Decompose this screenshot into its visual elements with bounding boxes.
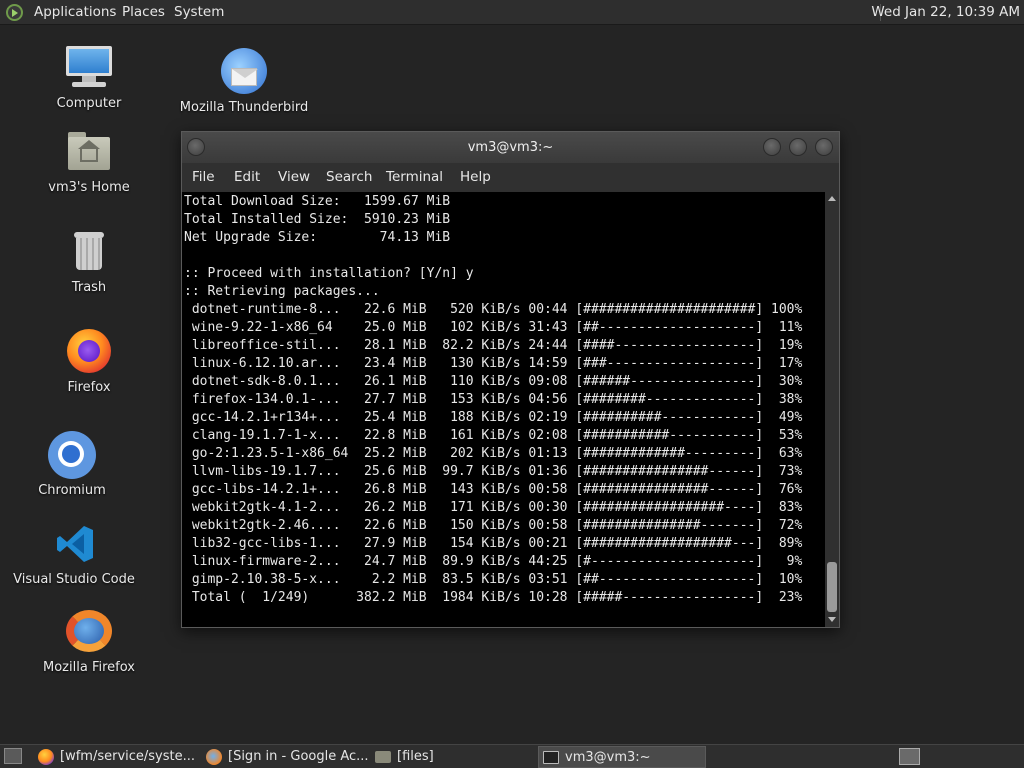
terminal-summary-line: Net Upgrade Size: 74.13 MiB [184,230,451,245]
package-progress-line: linux-6.12.10.ar... 23.4 MiB 130 KiB/s 1… [184,356,803,371]
package-progress-line: go-2:1.23.5-1-x86_64 25.2 MiB 202 KiB/s … [184,446,803,461]
clock[interactable]: Wed Jan 22, 10:39 AM [871,4,1020,20]
terminal-icon [543,751,559,764]
bottom-panel: [wfm/service/syste... [Sign in - Google … [0,744,1024,768]
computer-icon [64,44,114,92]
desktop-icon-label: Computer [56,96,122,111]
terminal-menubar: File Edit View Search Terminal Help [182,163,839,192]
desktop: Applications Places System Wed Jan 22, 1… [0,0,1024,768]
desktop-icon-chromium[interactable]: Chromium [7,431,137,498]
terminal-window[interactable]: vm3@vm3:~ File Edit View Search Terminal… [181,131,840,628]
top-panel: Applications Places System Wed Jan 22, 1… [0,0,1024,25]
firefox-icon [38,749,54,765]
desktop-icon-label: Mozilla Thunderbird [179,100,309,115]
desktop-icon-label: vm3's Home [48,180,130,195]
show-desktop-icon[interactable] [4,748,22,764]
scroll-down-icon[interactable] [828,617,836,622]
taskbar-item-label: [files] [397,749,434,764]
package-progress-line: gimp-2.10.38-5-x... 2.2 MiB 83.5 KiB/s 0… [184,572,803,587]
total-progress-line: Total ( 1/249) 382.2 MiB 1984 KiB/s 10:2… [184,590,803,605]
desktop-icon-firefox[interactable]: Firefox [24,328,154,395]
package-progress-line: webkit2gtk-2.46.... 22.6 MiB 150 KiB/s 0… [184,518,803,533]
terminal-summary-line: Total Download Size: 1599.67 MiB [184,194,451,209]
menu-file[interactable]: File [192,169,215,185]
taskbar-item-google-signin[interactable]: [Sign in - Google Ac... [202,746,368,768]
maximize-button[interactable] [789,138,807,156]
terminal-summary-line [184,247,824,265]
package-progress-line: dotnet-sdk-8.0.1... 26.1 MiB 110 KiB/s 0… [184,374,803,389]
thunderbird-icon [219,48,269,96]
close-button[interactable] [815,138,833,156]
package-progress-line: libreoffice-stil... 28.1 MiB 82.2 KiB/s … [184,338,803,353]
minimize-button[interactable] [763,138,781,156]
menu-help[interactable]: Help [460,169,491,185]
taskbar-item-label: vm3@vm3:~ [565,750,651,765]
desktop-icon-label: Firefox [67,380,111,395]
package-progress-line: firefox-134.0.1-... 27.7 MiB 153 KiB/s 0… [184,392,803,407]
menu-terminal[interactable]: Terminal [386,169,443,185]
package-progress-line: gcc-libs-14.2.1+... 26.8 MiB 143 KiB/s 0… [184,482,803,497]
trash-icon [64,228,114,276]
desktop-icon-mozilla-firefox[interactable]: Mozilla Firefox [24,608,154,675]
applications-logo-icon[interactable] [6,4,23,21]
menu-edit[interactable]: Edit [234,169,260,185]
terminal-output[interactable]: Total Download Size: 1599.67 MiB Total In… [182,192,824,627]
folder-icon [375,751,391,763]
package-progress-line: gcc-14.2.1+r134+... 25.4 MiB 188 KiB/s 0… [184,410,803,425]
terminal-summary-line: :: Proceed with installation? [Y/n] y [184,266,474,281]
taskbar-item-label: [Sign in - Google Ac... [228,749,368,764]
desktop-icon-label: Visual Studio Code [13,572,135,587]
menu-search[interactable]: Search [326,169,372,185]
desktop-icon-label: Chromium [38,483,106,498]
desktop-icon-home[interactable]: vm3's Home [24,128,154,195]
desktop-icon-label: Mozilla Firefox [43,660,135,675]
desktop-icon-label: Trash [71,280,107,295]
taskbar-item-files[interactable]: [files] [371,746,535,768]
firefox-icon [64,328,114,376]
taskbar-item-firefox[interactable]: [wfm/service/syste... [34,746,198,768]
chromium-icon [47,431,97,479]
menu-applications[interactable]: Applications [34,4,116,20]
mozilla-firefox-icon [64,608,114,656]
package-progress-line: clang-19.1.7-1-x... 22.8 MiB 161 KiB/s 0… [184,428,803,443]
mozilla-firefox-icon [206,749,222,765]
terminal-titlebar[interactable]: vm3@vm3:~ [182,132,839,163]
taskbar-item-terminal[interactable]: vm3@vm3:~ [538,746,706,768]
menu-system[interactable]: System [174,4,224,20]
package-progress-line: dotnet-runtime-8... 22.6 MiB 520 KiB/s 0… [184,302,803,317]
desktop-icon-vscode[interactable]: Visual Studio Code [9,520,139,587]
terminal-summary-line: Total Installed Size: 5910.23 MiB [184,212,451,227]
workspace-switcher[interactable] [899,748,920,765]
terminal-title: vm3@vm3:~ [467,140,554,155]
package-progress-line: llvm-libs-19.1.7... 25.6 MiB 99.7 KiB/s … [184,464,803,479]
home-folder-icon [64,128,114,176]
package-progress-line: lib32-gcc-libs-1... 27.9 MiB 154 KiB/s 0… [184,536,803,551]
desktop-icon-trash[interactable]: Trash [24,228,154,295]
scroll-up-icon[interactable] [828,196,836,201]
vscode-icon [49,520,99,568]
desktop-icon-thunderbird[interactable]: Mozilla Thunderbird [179,48,309,115]
scrollbar-thumb[interactable] [827,562,837,612]
terminal-summary-line: :: Retrieving packages... [184,284,380,299]
terminal-scrollbar[interactable] [825,192,839,627]
menu-places[interactable]: Places [122,4,165,20]
taskbar-item-label: [wfm/service/syste... [60,749,196,764]
menu-view[interactable]: View [278,169,310,185]
package-progress-line: linux-firmware-2... 24.7 MiB 89.9 KiB/s … [184,554,803,569]
desktop-icon-computer[interactable]: Computer [24,44,154,111]
package-progress-line: wine-9.22-1-x86_64 25.0 MiB 102 KiB/s 31… [184,320,803,335]
package-progress-line: webkit2gtk-4.1-2... 26.2 MiB 171 KiB/s 0… [184,500,803,515]
